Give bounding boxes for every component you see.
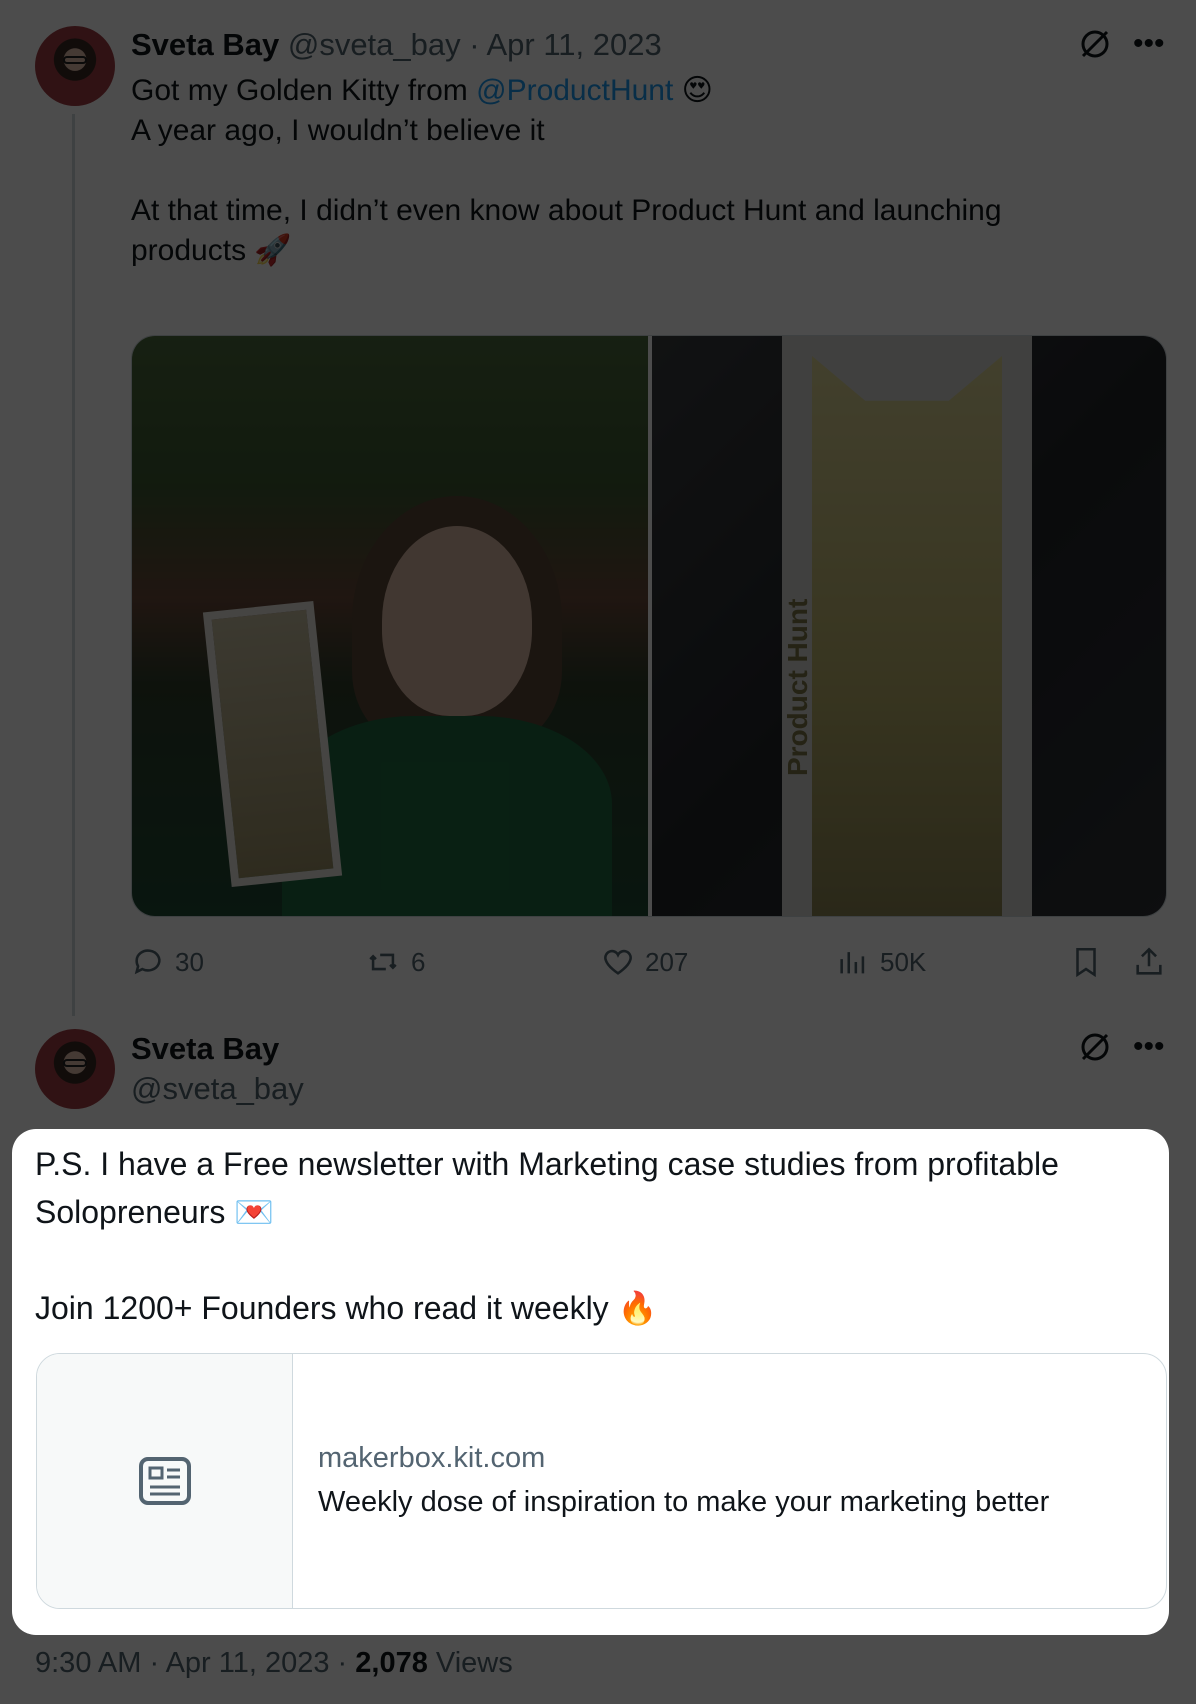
more-options-icon[interactable]: ••• [1133,1029,1165,1065]
tweet-text-body: A year ago, I wouldn’t believe it At tha… [131,114,1002,267]
repost-button[interactable]: 6 [365,942,425,982]
author-handle[interactable]: @sveta_bay [131,1071,304,1107]
reply-button[interactable]: 30 [131,942,204,982]
share-icon[interactable] [1132,944,1166,985]
tweet-text: Got my Golden Kitty from @ProductHunt 😍 … [131,71,1151,271]
reply-icon [134,949,161,975]
card-domain: makerbox.kit.com [318,1442,546,1474]
views-label: Views [427,1647,513,1679]
avatar[interactable] [35,26,115,106]
bookmark-icon[interactable] [1069,944,1103,985]
card-thumbnail [37,1354,293,1608]
article-icon [139,1457,191,1505]
tweet-header: Sveta Bay @sveta_bay · Apr 11, 2023 [131,27,662,63]
grok-icon[interactable] [1077,26,1113,67]
analytics-icon [840,952,865,974]
like-button[interactable]: 207 [601,942,688,982]
link-card[interactable]: makerbox.kit.com Weekly dose of inspirat… [36,1353,1167,1609]
more-options-icon[interactable]: ••• [1133,26,1165,62]
heart-icon [604,949,632,975]
tweet-text-prefix: Got my Golden Kitty from [131,74,477,107]
author-name[interactable]: Sveta Bay [131,1031,279,1067]
author-name[interactable]: Sveta Bay [131,27,279,62]
views-total: 2,078 [355,1647,428,1679]
views-count: 50K [880,946,927,977]
photo-award-closeup[interactable]: Product Hunt [652,336,1166,916]
tweet-footer: 9:30 AM · Apr 11, 2023 · 2,078 Views [35,1647,513,1680]
repost-icon [369,953,397,971]
award-label: Product Hunt [782,598,813,776]
tweet-timestamp[interactable]: 9:30 AM · Apr 11, 2023 · [35,1647,355,1679]
media-grid[interactable]: Product Hunt [131,335,1167,917]
thread-line [72,114,75,1016]
card-title: Weekly dose of inspiration to make your … [318,1486,1050,1518]
reply-count: 30 [175,946,204,977]
mention-link[interactable]: @ProductHunt [476,74,673,107]
photo-woman-with-award[interactable] [132,336,648,916]
emoji-heart-eyes: 😍 [681,74,713,107]
repost-count: 6 [411,946,426,977]
like-count: 207 [645,946,689,977]
avatar[interactable] [35,1029,115,1109]
tweet-text: P.S. I have a Free newsletter with Marke… [35,1146,1059,1326]
grok-icon[interactable] [1077,1029,1113,1070]
views-button[interactable]: 50K [836,942,926,982]
author-meta[interactable]: @sveta_bay · Apr 11, 2023 [288,27,662,62]
